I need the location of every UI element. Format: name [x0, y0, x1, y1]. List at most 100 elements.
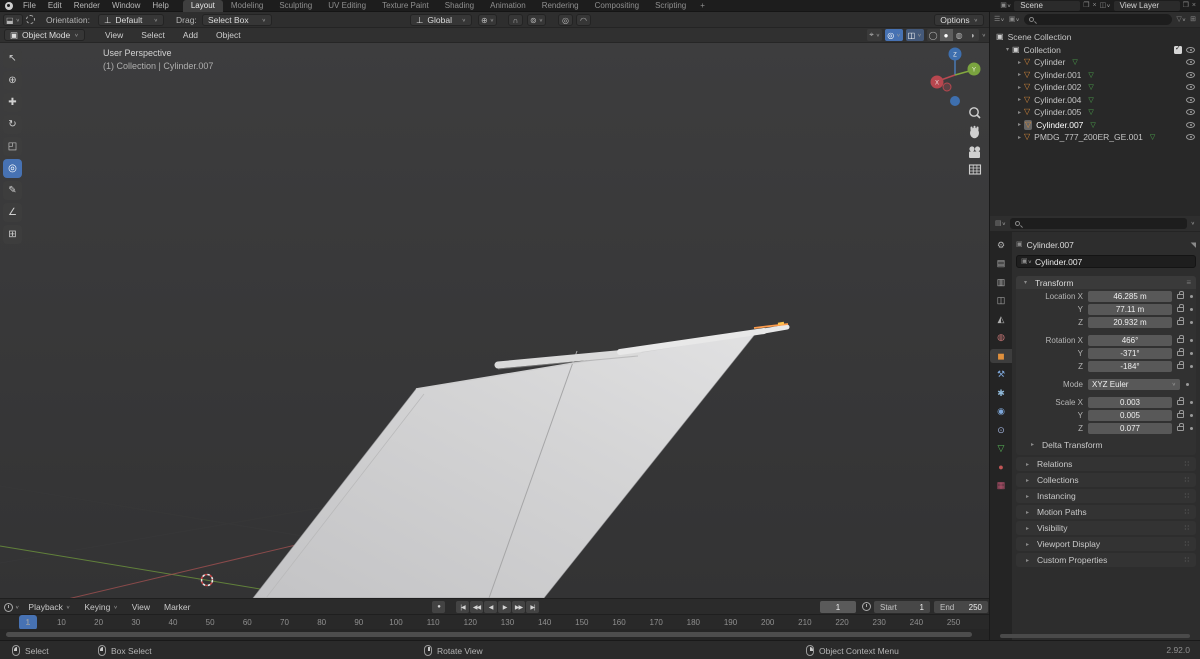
value-field[interactable]: 0.077: [1088, 422, 1172, 434]
properties-tab-scene[interactable]: ◭: [990, 312, 1012, 326]
tool-measure[interactable]: ∠: [3, 203, 22, 222]
animate-dot-icon[interactable]: [1190, 426, 1193, 430]
zoom-icon[interactable]: [969, 107, 981, 119]
blender-logo-icon[interactable]: [5, 1, 13, 10]
pivot-point-icon[interactable]: ⊕ ∨: [478, 14, 498, 26]
properties-tab-render[interactable]: ▤: [990, 257, 1012, 271]
lock-icon[interactable]: [1177, 409, 1184, 418]
expand-icon[interactable]: ▾: [1003, 46, 1012, 53]
tool-add-cube[interactable]: ⊞: [3, 225, 22, 244]
tool-rotate[interactable]: ↻: [3, 115, 22, 134]
workspace-tab-texture-paint[interactable]: Texture Paint: [374, 0, 437, 12]
value-field[interactable]: 0.005: [1088, 409, 1172, 421]
shading-wireframe-icon[interactable]: ◯: [927, 29, 940, 41]
wing-mesh[interactable]: [252, 332, 757, 598]
options-dropdown[interactable]: Options ∨: [934, 14, 984, 26]
value-field[interactable]: 20.932 m: [1088, 316, 1172, 328]
properties-scrollbar[interactable]: [1000, 634, 1190, 638]
tip-cylinder-bend[interactable]: [761, 324, 790, 334]
animate-dot-icon[interactable]: [1186, 382, 1189, 386]
properties-tab-object-data[interactable]: ▽: [990, 442, 1012, 456]
panel-custom-properties[interactable]: ▸ Custom Properties ∷: [1016, 553, 1196, 567]
animate-dot-icon[interactable]: [1190, 320, 1193, 324]
delete-view-layer-icon[interactable]: ×: [1192, 0, 1196, 12]
pan-hand-icon[interactable]: [970, 125, 979, 139]
expand-icon[interactable]: ▸: [1015, 96, 1024, 103]
outliner-row-cylinder-002[interactable]: ▸ ▽ Cylinder.002 ▽: [990, 81, 1200, 94]
workspace-tab-uv-editing[interactable]: UV Editing: [320, 0, 374, 12]
delta-transform-panel[interactable]: ▸ Delta Transform: [1016, 438, 1196, 451]
tool-annotate[interactable]: ✎: [3, 181, 22, 200]
timeline-ruler[interactable]: 1 1 10 20 30 40 50 60 70 80 90 100 110 120 130 140 150 1…: [0, 614, 990, 630]
scrollbar-thumb[interactable]: [6, 632, 972, 637]
panel-grip-icon[interactable]: ≡: [1186, 278, 1191, 287]
properties-tab-output[interactable]: ▥: [990, 275, 1012, 289]
outliner-row-cylinder-005[interactable]: ▸ ▽ Cylinder.005 ▽: [990, 106, 1200, 119]
menu-file[interactable]: File: [17, 0, 42, 12]
view-layer-icon[interactable]: ◫∨: [1100, 0, 1111, 12]
properties-tab-physics[interactable]: ◉: [990, 405, 1012, 419]
transform-panel-header[interactable]: ▾ Transform ≡: [1016, 276, 1196, 289]
properties-tab-modifiers[interactable]: ⚒: [990, 368, 1012, 382]
workspace-tab-modeling[interactable]: Modeling: [223, 0, 271, 12]
viewport-menu-object[interactable]: Object: [207, 28, 250, 43]
panel-collections[interactable]: ▸ Collections ∷: [1016, 473, 1196, 487]
animate-dot-icon[interactable]: [1190, 413, 1193, 417]
visibility-eye-icon[interactable]: [1186, 71, 1195, 78]
camera-view-icon[interactable]: [969, 146, 981, 158]
gizmo-minus-z[interactable]: [950, 96, 960, 106]
snap-magnet-icon[interactable]: ∩: [508, 14, 523, 26]
tool-move[interactable]: ✚: [3, 93, 22, 112]
visibility-eye-icon[interactable]: [1186, 109, 1195, 116]
outliner-row-cylinder-007[interactable]: ▸ ▽ Cylinder.007 ▽: [990, 119, 1200, 132]
properties-tab-material[interactable]: ●: [990, 460, 1012, 474]
lock-icon[interactable]: [1177, 360, 1184, 369]
lock-icon[interactable]: [1177, 396, 1184, 405]
visibility-eye-icon[interactable]: [1186, 134, 1195, 141]
properties-editor-icon[interactable]: ▤∨: [995, 218, 1006, 230]
jump-to-start-button[interactable]: |◀: [456, 601, 469, 613]
tool-select-box[interactable]: ↖: [3, 49, 22, 68]
outliner-row-cylinder-004[interactable]: ▸ ▽ Cylinder.004 ▽: [990, 94, 1200, 107]
workspace-tab-compositing[interactable]: Compositing: [587, 0, 647, 12]
visibility-eye-icon[interactable]: [1186, 59, 1195, 66]
panel-instancing[interactable]: ▸ Instancing ∷: [1016, 489, 1196, 503]
lock-icon[interactable]: [1177, 316, 1184, 325]
xray-toggle-icon[interactable]: ◫ ∨: [905, 29, 924, 41]
menu-help[interactable]: Help: [146, 0, 174, 12]
copy-view-layer-icon[interactable]: ❐: [1183, 0, 1189, 12]
panel-visibility[interactable]: ▸ Visibility ∷: [1016, 521, 1196, 535]
properties-tab-world[interactable]: ◍: [990, 331, 1012, 345]
delete-scene-icon[interactable]: ×: [1093, 0, 1097, 12]
properties-options-icon[interactable]: ∨: [1191, 221, 1195, 227]
navigation-gizmo[interactable]: Z X Y: [923, 45, 987, 107]
animate-dot-icon[interactable]: [1190, 294, 1193, 298]
auto-key-button[interactable]: ●: [432, 601, 445, 613]
expand-icon[interactable]: ▸: [1015, 84, 1024, 91]
viewport-3d[interactable]: User Perspective (1) Collection | Cylind…: [0, 43, 990, 598]
properties-tab-constraints[interactable]: ⊙: [990, 423, 1012, 437]
workspace-tab-scripting[interactable]: Scripting: [647, 0, 694, 12]
workspace-tab-animation[interactable]: Animation: [482, 0, 534, 12]
outliner-search-input[interactable]: [1023, 14, 1173, 25]
panel-viewport-display[interactable]: ▸ Viewport Display ∷: [1016, 537, 1196, 551]
animate-dot-icon[interactable]: [1190, 351, 1193, 355]
expand-icon[interactable]: ▸: [1015, 71, 1024, 78]
visibility-eye-icon[interactable]: [1186, 84, 1195, 91]
outliner-row-pmdg-777-200er-ge-001[interactable]: ▸ ▽ PMDG_777_200ER_GE.001 ▽: [990, 131, 1200, 144]
prev-keyframe-button[interactable]: ◀◀: [470, 601, 483, 613]
lock-icon[interactable]: [1177, 334, 1184, 343]
properties-tab-tool[interactable]: ⚙: [990, 238, 1012, 252]
workspace-tab-sculpting[interactable]: Sculpting: [271, 0, 320, 12]
lock-icon[interactable]: [1177, 303, 1184, 312]
value-field[interactable]: 46.285 m: [1088, 290, 1172, 302]
ortho-toggle-icon[interactable]: [968, 164, 982, 175]
outliner-row-cylinder-001[interactable]: ▸ ▽ Cylinder.001 ▽: [990, 69, 1200, 82]
transform-orientation-dropdown[interactable]: ⊥ Global ∨: [410, 14, 472, 26]
lock-icon[interactable]: [1177, 290, 1184, 299]
frame-start-field[interactable]: Start 1: [874, 601, 930, 613]
panel-motion-paths[interactable]: ▸ Motion Paths ∷: [1016, 505, 1196, 519]
properties-tab-particles[interactable]: ✱: [990, 386, 1012, 400]
use-preview-range-icon[interactable]: [862, 602, 871, 611]
jump-to-end-button[interactable]: ▶|: [526, 601, 539, 613]
